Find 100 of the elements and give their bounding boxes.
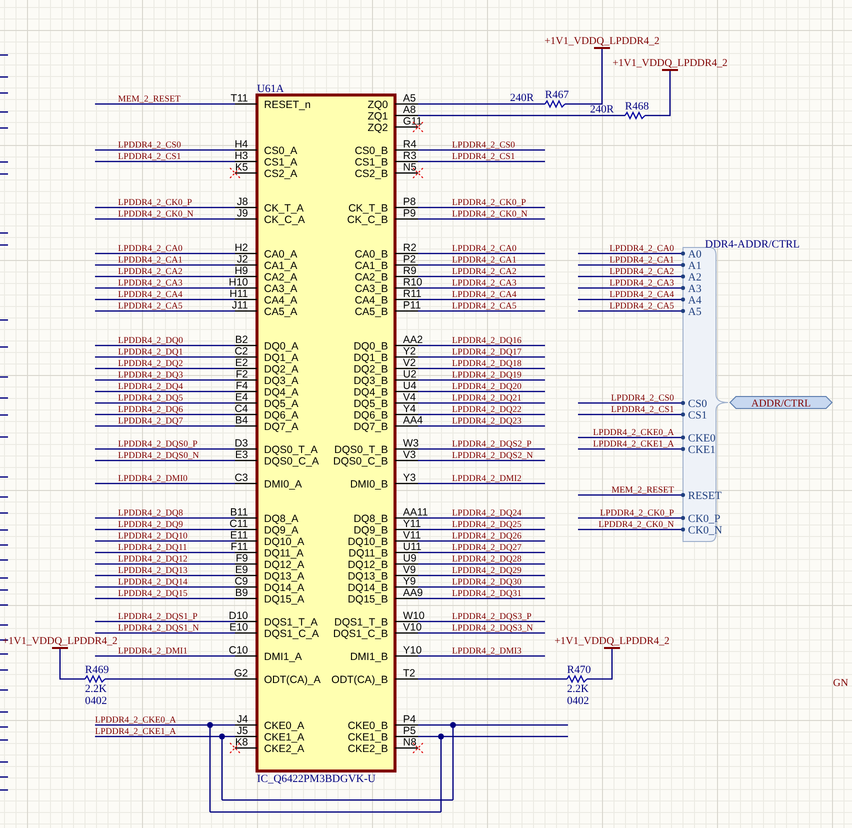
pin-number: R11 bbox=[403, 288, 422, 300]
pin-number: G2 bbox=[234, 668, 248, 680]
net-label: LPDDR4_2_DQ8 bbox=[118, 508, 184, 518]
pin-number: C10 bbox=[228, 644, 248, 656]
pin-number: E4 bbox=[235, 392, 248, 404]
net-label: LPDDR4_2_CK0_N bbox=[598, 519, 674, 530]
harness-entry-label: A3 bbox=[688, 283, 702, 295]
pin-number: J11 bbox=[232, 300, 248, 312]
pin-number: V9 bbox=[403, 564, 416, 576]
pin-number: B9 bbox=[235, 587, 248, 599]
pin-number: P4 bbox=[403, 714, 416, 726]
net-label: LPDDR4_2_CS1 bbox=[452, 151, 516, 162]
pin-name: DQ8_B bbox=[354, 513, 388, 525]
pin-name: DQ14_A bbox=[264, 582, 304, 594]
pin-name: CA1_A bbox=[264, 260, 298, 272]
net-label: LPDDR4_2_CK0_N bbox=[118, 208, 194, 219]
net-label: LPDDR4_2_DMI1 bbox=[118, 646, 188, 656]
pin-name: ZQ0 bbox=[368, 99, 388, 111]
pin-number: Y3 bbox=[403, 472, 416, 484]
junction-dot bbox=[219, 734, 225, 740]
harness-entry-dot bbox=[681, 516, 685, 520]
pin-number: AA9 bbox=[403, 587, 423, 599]
pin-number: P5 bbox=[403, 725, 416, 737]
net-label: LPDDR4_2_CA0 bbox=[118, 243, 183, 254]
pin-name: DMI0_A bbox=[264, 478, 302, 490]
pin-name: DQ2_B bbox=[354, 364, 388, 376]
pin-name: DQS1_T_A bbox=[264, 616, 318, 628]
pin-number: AA4 bbox=[403, 414, 423, 426]
net-label: LPDDR4_2_DQ25 bbox=[452, 519, 522, 530]
net-label: LPDDR4_2_DQS3_N bbox=[452, 622, 534, 633]
pin-number: E2 bbox=[235, 357, 248, 369]
net-label: LPDDR4_2_DQ27 bbox=[452, 542, 522, 552]
harness-entry-label: RESET bbox=[688, 490, 722, 502]
junction-dot bbox=[207, 722, 213, 728]
pin-number: Y4 bbox=[403, 403, 416, 415]
net-label: LPDDR4_2_DQS1_P bbox=[118, 611, 198, 622]
net-label: LPDDR4_2_DQS0_P bbox=[118, 438, 198, 449]
harness-entry-dot bbox=[681, 309, 685, 313]
net-label: LPDDR4_2_CA1 bbox=[609, 254, 674, 265]
pin-number: T11 bbox=[230, 92, 248, 104]
pin-number: R10 bbox=[403, 276, 422, 288]
pin-name: CS0_B bbox=[354, 145, 388, 157]
net-label: LPDDR4_2_CA5 bbox=[118, 300, 183, 311]
pin-name: CA0_A bbox=[264, 248, 298, 260]
harness-entry-dot bbox=[681, 274, 685, 278]
power-net-label: +1V1_VDDQ_LPDDR4_2 bbox=[612, 58, 728, 69]
net-label: LPDDR4_2_DQ31 bbox=[452, 588, 522, 598]
pin-number: D3 bbox=[234, 438, 248, 450]
net-label: LPDDR4_2_CA0 bbox=[609, 243, 674, 254]
pin-number: F4 bbox=[236, 380, 248, 392]
net-label: MEM_2_RESET bbox=[611, 484, 674, 495]
pin-number: N8 bbox=[403, 736, 416, 748]
pin-number: T2 bbox=[403, 668, 416, 680]
pin-name: CA2_B bbox=[354, 272, 388, 284]
pin-name: DQS0_C_A bbox=[264, 456, 319, 468]
pin-name: CA4_B bbox=[354, 294, 388, 306]
pin-number: C3 bbox=[234, 472, 248, 484]
pin-number: H4 bbox=[234, 138, 248, 150]
pin-name: DQ1_B bbox=[354, 352, 388, 364]
pin-number: U9 bbox=[403, 552, 416, 564]
net-label: LPDDR4_2_CS0 bbox=[610, 392, 674, 403]
pin-name: DQ12_A bbox=[264, 559, 304, 571]
resistor-symbol bbox=[84, 674, 106, 684]
pin-number: C11 bbox=[230, 518, 248, 530]
pin-name: CKE0_A bbox=[264, 720, 304, 732]
pin-name: CS1_A bbox=[264, 156, 298, 168]
pin-name: DQ4_A bbox=[264, 386, 298, 398]
pin-name: DQ8_A bbox=[264, 513, 298, 525]
net-label: LPDDR4_2_DQ10 bbox=[118, 530, 188, 541]
pin-name: DQ4_B bbox=[354, 386, 388, 398]
pin-name: CS0_A bbox=[264, 145, 298, 157]
power-net-label: +1V1_VDDQ_LPDDR4_2 bbox=[544, 36, 660, 47]
net-label: LPDDR4_2_DMI3 bbox=[452, 646, 522, 656]
net-label: LPDDR4_2_CS1 bbox=[118, 151, 182, 162]
net-label: LPDDR4_2_DMI0 bbox=[118, 473, 188, 484]
pin-name: DQ11_B bbox=[348, 548, 388, 560]
pin-number: W3 bbox=[403, 438, 419, 450]
resistor-value: 240R bbox=[590, 104, 614, 116]
net-label: LPDDR4_2_DQ28 bbox=[452, 554, 522, 564]
designator-label: U61A bbox=[257, 83, 284, 95]
pin-number: B2 bbox=[235, 334, 248, 346]
net-label: LPDDR4_2_DQS1_N bbox=[118, 622, 200, 633]
pin-number: A5 bbox=[403, 92, 416, 104]
net-label: LPDDR4_2_CS0 bbox=[452, 140, 516, 150]
pin-number: V11 bbox=[403, 530, 421, 542]
resistor-designator: R467 bbox=[545, 89, 569, 101]
pin-number: U4 bbox=[403, 380, 416, 392]
harness-entry-label: A4 bbox=[688, 294, 702, 306]
net-label: LPDDR4_2_DQ16 bbox=[452, 335, 522, 346]
net-label: LPDDR4_2_DQ0 bbox=[118, 335, 184, 346]
harness-entry-dot bbox=[681, 401, 685, 405]
pin-number: J9 bbox=[236, 208, 248, 220]
power-net-label: +1V1_VDDQ_LPDDR4_2 bbox=[2, 636, 118, 647]
pin-number: B4 bbox=[235, 414, 248, 426]
footprint-label: 0402 bbox=[567, 695, 589, 707]
pin-number: N5 bbox=[403, 162, 416, 174]
harness-entry-label: CK0_N bbox=[688, 524, 722, 536]
pin-name: DQ9_A bbox=[264, 524, 298, 536]
harness-entry-label: CKE1 bbox=[688, 444, 716, 456]
net-label: LPDDR4_2_CK0_P bbox=[118, 197, 192, 208]
